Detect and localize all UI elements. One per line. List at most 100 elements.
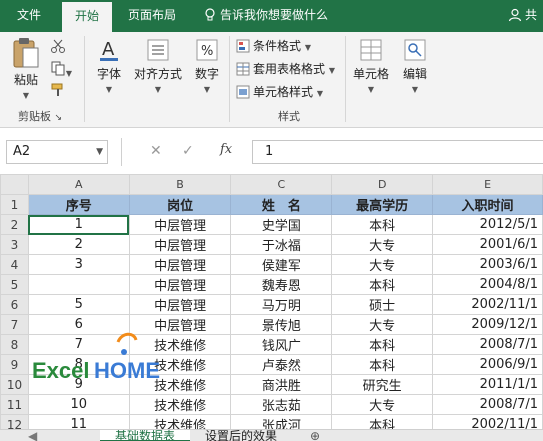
select-all-corner[interactable] <box>0 174 29 195</box>
cell-date[interactable]: 2004/8/1 <box>432 274 543 295</box>
tell-me-search[interactable]: 告诉我你想要做什么 <box>204 0 328 32</box>
cell-date[interactable]: 2011/1/1 <box>432 374 543 395</box>
copy-button[interactable]: ▼ <box>48 60 74 79</box>
row-header[interactable]: 6 <box>0 294 29 315</box>
share-button[interactable]: 共 <box>508 0 537 32</box>
column-header[interactable]: B <box>128 174 232 195</box>
cell-date[interactable]: 2008/7/1 <box>432 394 543 415</box>
header-cell-post[interactable]: 岗位 <box>128 194 232 215</box>
chevron-down-icon[interactable]: ▼ <box>96 141 103 163</box>
cell-edu[interactable]: 本科 <box>331 354 434 375</box>
row-header[interactable]: 10 <box>0 374 29 395</box>
insert-function-icon[interactable]: fx <box>220 142 232 157</box>
conditional-format-button[interactable]: 条件格式 ▼ <box>236 36 311 56</box>
row-header[interactable]: 11 <box>0 394 29 415</box>
formula-input[interactable]: 1 <box>252 140 543 164</box>
row-header[interactable]: 1 <box>0 194 29 215</box>
name-box[interactable]: A2 ▼ <box>6 140 108 164</box>
cell-post[interactable]: 技术维修 <box>128 414 232 429</box>
cancel-icon[interactable]: ✕ <box>150 143 162 159</box>
cell-edu[interactable]: 本科 <box>331 414 434 429</box>
row-header[interactable]: 4 <box>0 254 29 275</box>
cell-edu[interactable]: 本科 <box>331 334 434 355</box>
cell-edu[interactable]: 本科 <box>331 214 434 235</box>
cell-no[interactable]: 5 <box>27 294 130 315</box>
paste-button[interactable]: 粘贴 ▼ <box>8 36 44 101</box>
row-header[interactable]: 8 <box>0 334 29 355</box>
add-sheet-icon[interactable]: ⊕ <box>310 430 320 441</box>
cut-button[interactable] <box>48 38 68 57</box>
cell-no[interactable]: 1 <box>27 214 130 235</box>
editing-button[interactable]: 编辑 ▼ <box>398 38 432 95</box>
enter-icon[interactable]: ✓ <box>182 143 194 159</box>
cell-edu[interactable]: 研究生 <box>331 374 434 395</box>
cell-name[interactable]: 侯建军 <box>230 254 333 275</box>
cell-name[interactable]: 商洪胜 <box>230 374 333 395</box>
cell-date[interactable]: 2002/11/1 <box>432 294 543 315</box>
tab-home[interactable]: 开始 <box>62 2 112 32</box>
font-button[interactable]: A 字体 ▼ <box>90 38 128 95</box>
header-cell-no[interactable]: 序号 <box>27 194 130 215</box>
cell-no[interactable]: 2 <box>27 234 130 255</box>
header-cell-name[interactable]: 姓 名 <box>230 194 333 215</box>
cell-date[interactable]: 2002/11/1 <box>432 414 543 429</box>
cell-post[interactable]: 中层管理 <box>128 254 232 275</box>
cell-name[interactable]: 张志茹 <box>230 394 333 415</box>
cell-name[interactable]: 魏寿恩 <box>230 274 333 295</box>
paste-dropdown-icon[interactable]: ▼ <box>23 91 29 100</box>
format-painter-button[interactable] <box>48 82 68 101</box>
row-header[interactable]: 3 <box>0 234 29 255</box>
number-button[interactable]: % 数字 ▼ <box>190 38 224 95</box>
cell-no[interactable]: 3 <box>27 254 130 275</box>
column-header[interactable]: D <box>331 174 434 195</box>
cell-name[interactable]: 马万明 <box>230 294 333 315</box>
header-cell-date[interactable]: 入职时间 <box>432 194 543 215</box>
format-as-table-button[interactable]: 套用表格格式 ▼ <box>236 59 335 79</box>
tab-file[interactable]: 文件 <box>6 0 52 32</box>
sheet-nav-left-icon[interactable]: ◀ <box>28 430 37 441</box>
cell-date[interactable]: 2001/6/1 <box>432 234 543 255</box>
header-cell-edu[interactable]: 最高学历 <box>331 194 434 215</box>
row-header[interactable]: 12 <box>0 414 29 429</box>
tab-page-layout[interactable]: 页面布局 <box>120 0 184 32</box>
column-header[interactable]: C <box>230 174 333 195</box>
cell-name[interactable]: 景传旭 <box>230 314 333 335</box>
cell-date[interactable]: 2008/7/1 <box>432 334 543 355</box>
cell-name[interactable]: 于冰福 <box>230 234 333 255</box>
table-row: 6 5 中层管理 马万明 硕士 2002/11/1 <box>0 294 543 315</box>
row-header[interactable]: 5 <box>0 274 29 295</box>
row-header[interactable]: 9 <box>0 354 29 375</box>
cell-post[interactable]: 中层管理 <box>128 214 232 235</box>
cell-name[interactable]: 卢泰然 <box>230 354 333 375</box>
cell-edu[interactable]: 本科 <box>331 274 434 295</box>
column-header[interactable]: A <box>27 174 130 195</box>
row-header[interactable]: 7 <box>0 314 29 335</box>
cell-no[interactable]: 10 <box>27 394 130 415</box>
cell-edu[interactable]: 大专 <box>331 254 434 275</box>
cell-date[interactable]: 2009/12/1 <box>432 314 543 335</box>
cell-no[interactable] <box>27 274 130 295</box>
column-header[interactable]: E <box>432 174 543 195</box>
dialog-launcher-icon[interactable]: ↘ <box>54 113 62 123</box>
sheet-tab-result[interactable]: 设置后的效果 <box>196 430 286 441</box>
sheet-tab-base-data[interactable]: 基础数据表 <box>100 430 190 441</box>
cell-post[interactable]: 技术维修 <box>128 394 232 415</box>
cell-post[interactable]: 中层管理 <box>128 294 232 315</box>
cell-post[interactable]: 中层管理 <box>128 274 232 295</box>
alignment-button[interactable]: 对齐方式 ▼ <box>132 38 184 95</box>
cell-name[interactable]: 张成河 <box>230 414 333 429</box>
cell-edu[interactable]: 大专 <box>331 234 434 255</box>
cells-button[interactable]: 单元格 ▼ <box>350 38 392 95</box>
cell-edu[interactable]: 大专 <box>331 314 434 335</box>
cell-styles-button[interactable]: 单元格样式 ▼ <box>236 82 323 102</box>
cell-date[interactable]: 2003/6/1 <box>432 254 543 275</box>
cell-name[interactable]: 史学国 <box>230 214 333 235</box>
cell-edu[interactable]: 硕士 <box>331 294 434 315</box>
cell-date[interactable]: 2006/9/1 <box>432 354 543 375</box>
cell-post[interactable]: 中层管理 <box>128 234 232 255</box>
cell-name[interactable]: 钱风广 <box>230 334 333 355</box>
row-header[interactable]: 2 <box>0 214 29 235</box>
cell-edu[interactable]: 大专 <box>331 394 434 415</box>
cell-no[interactable]: 11 <box>27 414 130 429</box>
cell-date[interactable]: 2012/5/1 <box>432 214 543 235</box>
